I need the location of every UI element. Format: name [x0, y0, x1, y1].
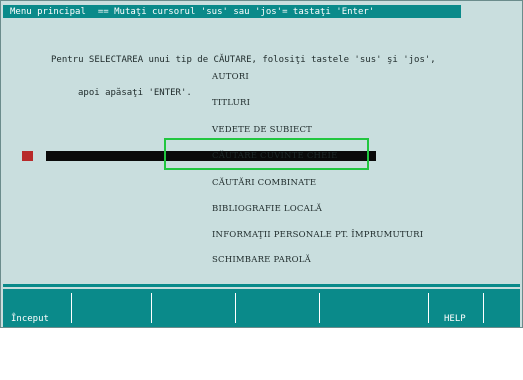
menu-item-subject-headings[interactable]: VEDETE DE SUBIECT	[212, 125, 312, 135]
menu-item-titles[interactable]: TITLURI	[212, 98, 250, 108]
menu-item-authors[interactable]: AUTORI	[212, 72, 249, 82]
fkey-divider	[483, 293, 485, 323]
selection-highlight-box	[164, 138, 369, 170]
fkey-start-label: Început	[11, 314, 49, 324]
fkey-divider	[319, 293, 321, 323]
fkey-help-key: <F9>	[440, 347, 462, 357]
fkey-divider	[428, 293, 430, 323]
fkey-divider	[235, 293, 237, 323]
fkey-help-label: HELP	[444, 314, 466, 324]
fkey-divider	[151, 293, 153, 323]
fkey-help[interactable]: HELP <F9>	[440, 292, 473, 380]
menu-item-change-password[interactable]: SCHIMBARE PAROLĂ	[212, 255, 311, 265]
fkey-start[interactable]: Început <F1>	[11, 292, 49, 380]
fkey-start-key: <F1>	[16, 347, 38, 357]
fkey-divider	[71, 293, 73, 323]
menu-item-local-bibliography[interactable]: BIBLIOGRAFIE LOCALĂ	[212, 204, 322, 214]
terminal-screen: Menu principal == Mutaţi cursorul 'sus' …	[0, 0, 523, 357]
function-key-bar: Început <F1> HELP <F9>	[3, 289, 520, 357]
bottom-separator	[3, 284, 520, 287]
menu-item-personal-loan-info[interactable]: INFORMAŢII PERSONALE PT. ÎMPRUMUTURI	[212, 230, 423, 240]
menu-item-combined-search[interactable]: CĂUTĂRI COMBINATE	[212, 178, 316, 188]
